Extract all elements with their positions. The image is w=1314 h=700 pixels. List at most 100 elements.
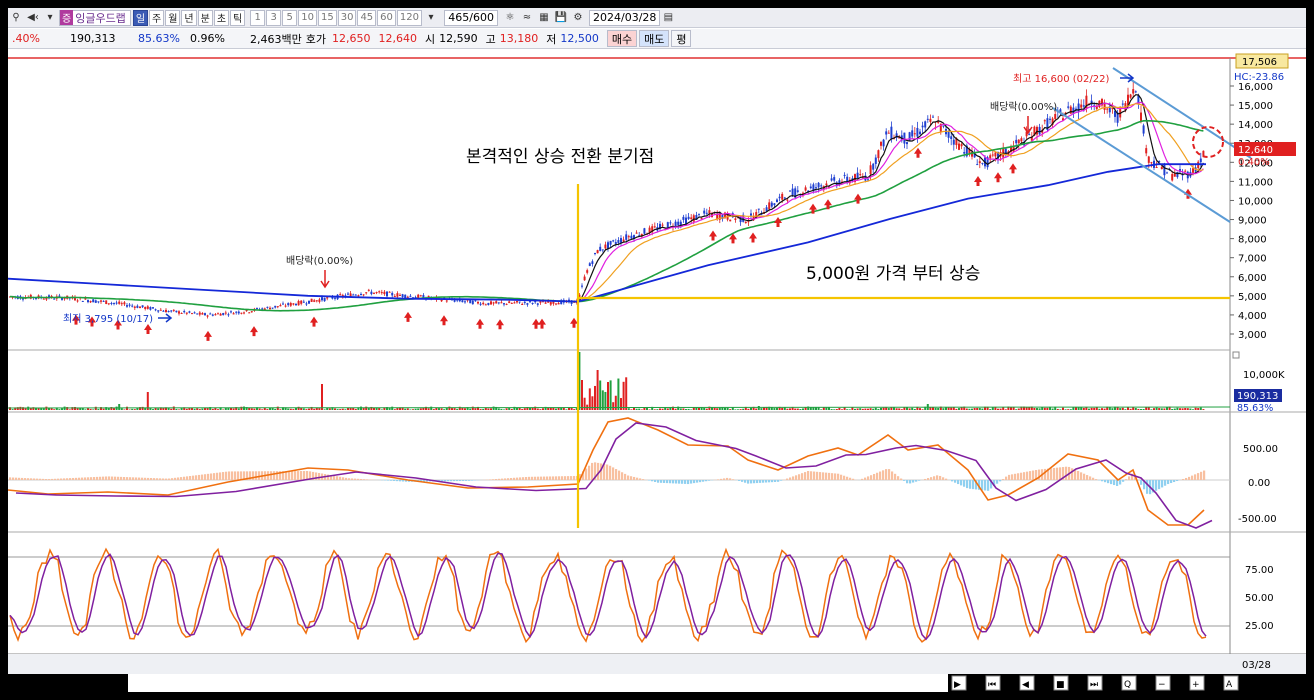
macd-osc-bar	[522, 477, 525, 480]
chart-svg[interactable]: 16,00015,00014,00013,00012,00011,00010,0…	[8, 50, 1306, 692]
dropdown-icon[interactable]: ▾	[423, 10, 439, 26]
macd-osc-bar	[501, 478, 504, 480]
macd-osc-bar	[945, 478, 948, 480]
minute-button-45[interactable]: 45	[357, 9, 377, 26]
period-button-0[interactable]: 일	[132, 9, 149, 26]
candle-body	[284, 305, 287, 307]
minute-button-5[interactable]: 5	[282, 9, 298, 26]
minute-button-15[interactable]: 15	[317, 9, 337, 26]
macd-osc-bar	[117, 476, 120, 480]
minute-button-10[interactable]: 10	[298, 9, 317, 26]
macd-osc-bar	[762, 480, 765, 483]
search-icon[interactable]: ⚲	[8, 10, 24, 26]
calendar-icon[interactable]: ▤	[660, 10, 676, 26]
period-button-2[interactable]: 월	[165, 9, 181, 26]
macd-osc-bar	[402, 480, 405, 482]
macd-osc-bar	[1005, 476, 1008, 480]
period-button-4[interactable]: 분	[197, 9, 213, 26]
macd-osc-bar	[933, 476, 936, 480]
candle-body	[120, 303, 123, 305]
candle-body	[620, 238, 622, 243]
data-count-field[interactable]: 465/600	[444, 9, 498, 26]
speaker-icon[interactable]: ◀‹	[25, 10, 41, 26]
macd-osc-bar	[513, 477, 516, 480]
macd-osc-bar	[864, 477, 867, 480]
candle-body	[809, 186, 812, 189]
gear-icon[interactable]: ⚙	[570, 10, 586, 26]
chevron-down-icon[interactable]: ▾	[42, 10, 58, 26]
volume-bar	[308, 408, 310, 410]
macd-osc-bar	[75, 477, 78, 480]
macd-osc-bar	[141, 477, 144, 480]
indicator-icon[interactable]: ⚛	[502, 10, 518, 26]
minute-button-30[interactable]: 30	[337, 9, 357, 26]
candle-body	[175, 310, 178, 313]
volume-bar	[913, 408, 916, 410]
macd-osc-bar	[612, 467, 615, 480]
save-icon[interactable]: 💾	[553, 10, 569, 26]
volume-current-value: 190,313	[1237, 391, 1278, 402]
macd-osc-bar	[792, 476, 795, 480]
candle-body	[518, 301, 521, 303]
volume-bar	[217, 409, 219, 410]
macd-osc-bar	[1044, 468, 1047, 480]
macd-osc-bar	[996, 480, 999, 484]
stock-selector[interactable]: 증 잉글우드랩	[59, 9, 131, 26]
candle-body	[185, 312, 188, 314]
nav-button-label: ◀	[1022, 680, 1029, 690]
volume-bar	[841, 409, 843, 410]
volume-bar	[937, 407, 940, 410]
period-button-5[interactable]: 초	[213, 9, 230, 26]
macd-osc-bar	[549, 476, 552, 480]
candle-body	[820, 185, 823, 187]
candle-body	[609, 240, 612, 245]
volume-bar	[799, 409, 802, 410]
minute-button-60[interactable]: 60	[377, 9, 396, 26]
period-button-3[interactable]: 년	[181, 9, 197, 26]
minute-button-1[interactable]: 1	[250, 9, 266, 26]
candle-body	[1020, 138, 1023, 142]
macd-osc-bar	[171, 478, 174, 480]
macd-osc-bar	[99, 476, 102, 480]
minute-button-120[interactable]: 120	[396, 9, 422, 26]
volume-bar	[747, 408, 750, 410]
volume-bar	[682, 408, 685, 410]
candle-body	[703, 210, 706, 214]
volume-bar	[344, 409, 347, 410]
tools-icon[interactable]: ▦	[536, 10, 552, 26]
sell-button[interactable]: 매도	[639, 30, 670, 47]
volume-bar	[978, 408, 981, 410]
macd-osc-bar	[390, 480, 393, 481]
macd-osc-bar	[756, 480, 759, 484]
macd-osc-bar	[621, 472, 624, 480]
volume-bar	[521, 409, 524, 410]
macd-osc-bar	[966, 480, 969, 489]
macd-osc-bar	[15, 477, 18, 480]
macd-osc-bar	[588, 465, 591, 480]
date-field[interactable]: 2024/03/28	[589, 9, 661, 26]
candle-body	[1163, 164, 1166, 176]
minute-button-3[interactable]: 3	[266, 9, 282, 26]
avg-button[interactable]: 평	[671, 30, 692, 47]
volume-bar	[830, 409, 833, 410]
period-button-1[interactable]: 주	[149, 9, 165, 26]
volume-scale-icon[interactable]	[1232, 351, 1240, 359]
volume-bar	[237, 408, 240, 410]
buy-button[interactable]: 매수	[606, 30, 638, 47]
macd-osc-bar	[1017, 473, 1020, 480]
candle-body	[310, 298, 313, 302]
volume-bar	[781, 407, 784, 410]
macd-osc-bar	[495, 479, 498, 480]
candle-body	[360, 293, 362, 296]
macd-osc-bar	[210, 473, 213, 480]
volume-bar	[336, 409, 339, 410]
volume-bar	[958, 408, 960, 410]
period-button-6[interactable]: 틱	[230, 9, 246, 26]
volume-bar	[898, 408, 901, 410]
macd-osc-bar	[42, 478, 45, 480]
volume-bar	[565, 409, 568, 410]
compare-icon[interactable]: ≈	[519, 10, 535, 26]
candle-body	[929, 118, 932, 122]
macd-osc-bar	[1023, 472, 1026, 480]
macd-osc-bar	[801, 473, 804, 480]
